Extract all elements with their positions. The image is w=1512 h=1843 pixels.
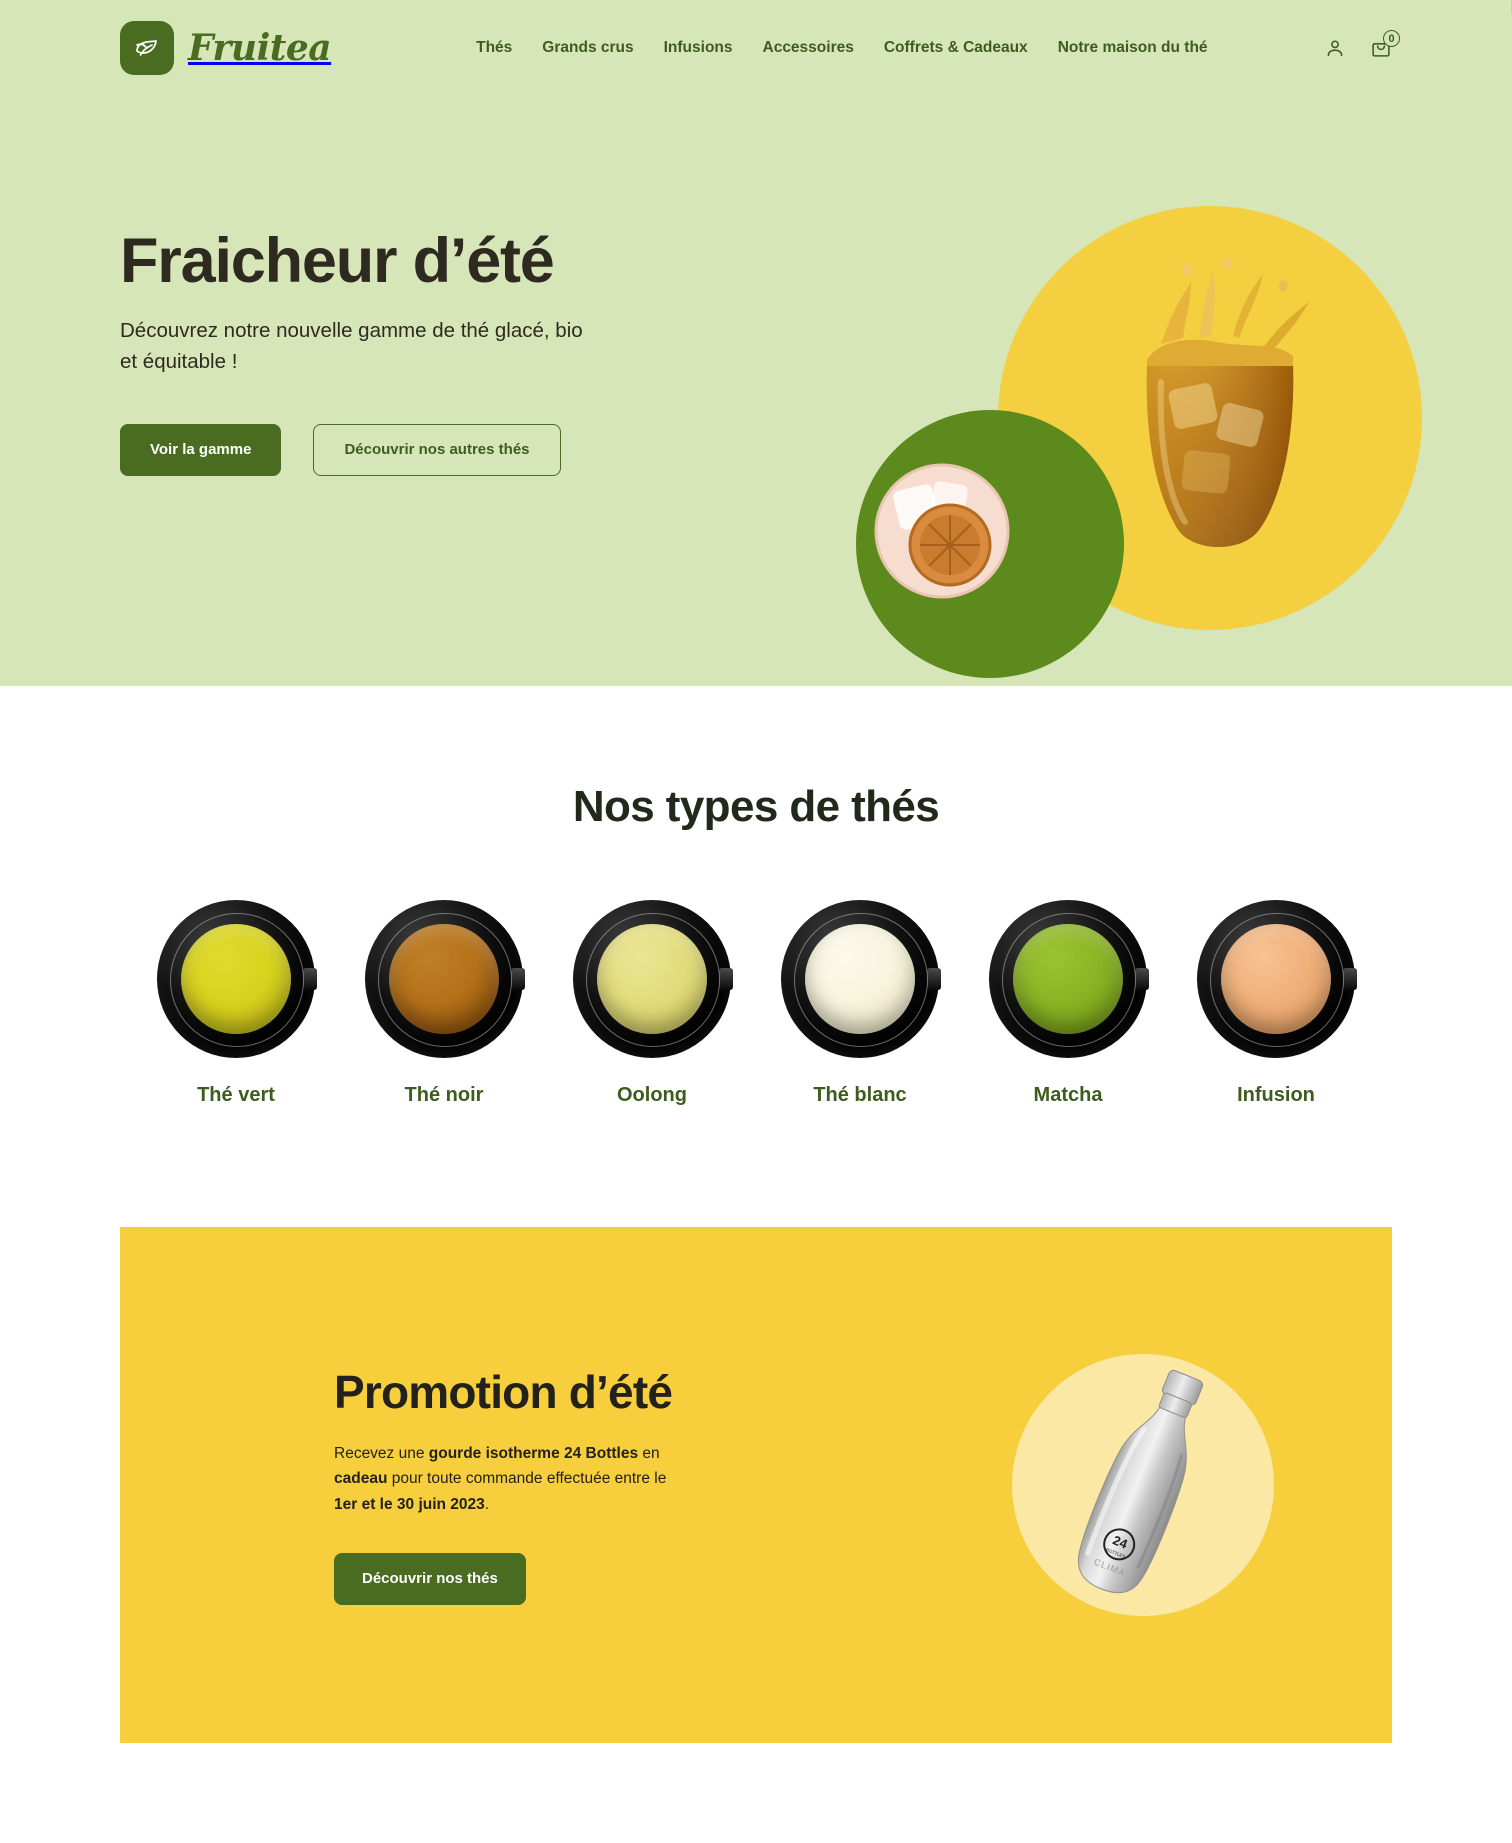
section-title-tea-types: Nos types de thés [572,782,940,831]
nav-item-infusions[interactable]: Infusions [664,39,733,57]
tea-type-label: Infusion [1237,1084,1315,1106]
promo-bold-dates: 1er et le 30 juin 2023 [334,1495,485,1513]
hero-title: Fraicheur d’été [120,226,555,296]
promo-text-1: Recevez une [334,1445,429,1463]
promotion-content: Promotion d’été Recevez une gourde isoth… [334,1365,674,1605]
hero-section: Fraicheur d’été Découvrez notre nouvelle… [0,96,1512,686]
cup-handle [1135,968,1149,990]
cup-liquid [596,923,708,1035]
hero-buttons: Voir la gamme Découvrir nos autres thés [120,423,640,476]
iced-drink-lemon-image [872,461,1012,601]
nav-item-thes[interactable]: Thés [476,39,512,57]
hero-artwork [812,96,1512,686]
brand-logo[interactable]: Fruitea [120,21,332,75]
tea-type-infusion[interactable]: Infusion [1185,900,1367,1107]
tea-cup-icon [989,900,1149,1058]
brand-name: Fruitea [188,27,332,69]
shopping-bag-icon[interactable]: 0 [1370,30,1400,59]
promotion-product-circle: 24 BOTTLES CLIMA [1012,1354,1274,1616]
cup-handle [511,968,525,990]
tea-cup-icon [781,900,941,1058]
tea-type-the-noir[interactable]: Thé noir [353,900,535,1107]
tea-cup-icon [157,900,317,1058]
nav-item-notre-maison-du-the[interactable]: Notre maison du thé [1058,39,1208,57]
hero-subtitle: Découvrez notre nouvelle gamme de thé gl… [120,319,583,373]
water-bottle-image: 24 BOTTLES CLIMA [1041,1349,1244,1621]
tea-type-label: Matcha [1033,1084,1103,1106]
tea-type-the-vert[interactable]: Thé vert [145,900,327,1107]
tea-type-oolong[interactable]: Oolong [561,900,743,1107]
cup-handle [719,968,733,990]
promo-text-4: . [484,1495,490,1513]
site-header: Fruitea Thés Grands crus Infusions Acces… [0,0,1512,96]
cart-count-badge: 0 [1383,30,1400,47]
promotion-description: Recevez une gourde isotherme 24 Bottles … [334,1441,674,1516]
tea-type-the-blanc[interactable]: Thé blanc [769,900,951,1107]
user-icon[interactable] [1324,37,1346,59]
promo-text-3: pour toute commande effectuée entre le [387,1470,667,1488]
decouvrir-nos-autres-thes-button[interactable]: Découvrir nos autres thés [313,423,561,476]
tea-types-list: Thé vert Thé noir Oolong Thé blanc Match… [0,900,1512,1107]
tea-cup-icon [365,900,525,1058]
cup-handle [1343,968,1357,990]
cup-handle [927,968,941,990]
promotion-section: Promotion d’été Recevez une gourde isoth… [0,1167,1512,1843]
voir-la-gamme-button[interactable]: Voir la gamme [120,423,282,476]
cup-liquid [1012,923,1124,1035]
promo-text-2: en [638,1445,660,1463]
tea-type-matcha[interactable]: Matcha [977,900,1159,1107]
promotion-banner: Promotion d’été Recevez une gourde isoth… [120,1227,1392,1743]
leaf-icon [120,21,174,75]
cup-handle [303,968,317,990]
main-navigation: Thés Grands crus Infusions Accessoires C… [476,39,1207,57]
tea-cup-icon [573,900,733,1058]
nav-item-accessoires[interactable]: Accessoires [763,39,854,57]
promo-bold-cadeau: cadeau [334,1470,388,1488]
tea-type-label: Thé vert [197,1084,275,1106]
tea-type-label: Thé noir [404,1084,484,1106]
tea-type-label: Oolong [617,1084,687,1106]
tea-cup-icon [1197,900,1357,1058]
cup-liquid [804,923,916,1035]
cup-liquid [1220,923,1332,1035]
tea-types-section: Nos types de thés Thé vert Thé noir Oolo… [0,686,1512,1167]
cup-liquid [180,923,292,1035]
decouvrir-nos-thes-button[interactable]: Découvrir nos thés [334,1552,526,1605]
nav-item-grands-crus[interactable]: Grands crus [542,39,633,57]
promotion-title: Promotion d’été [334,1366,673,1419]
promo-bold-gift-product: gourde isotherme 24 Bottles [428,1445,639,1463]
cup-liquid [388,923,500,1035]
nav-item-coffrets-cadeaux[interactable]: Coffrets & Cadeaux [884,39,1028,57]
hero-content: Fraicheur d’été Découvrez notre nouvelle… [0,96,640,476]
header-actions: 0 [1324,30,1400,59]
tea-type-label: Thé blanc [813,1084,907,1106]
iced-tea-glass-image [1087,256,1347,576]
